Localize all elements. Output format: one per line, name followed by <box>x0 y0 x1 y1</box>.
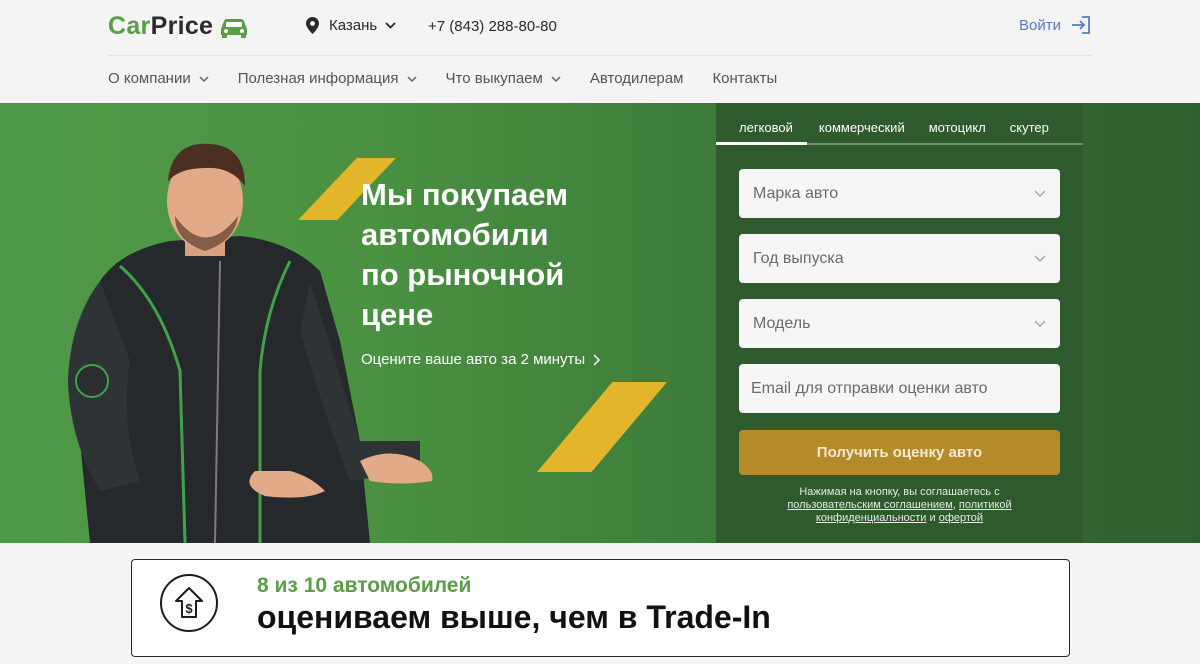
chevron-down-icon <box>1034 190 1046 197</box>
nav-item-useful-info[interactable]: Полезная информация <box>238 70 417 87</box>
tab-passenger[interactable]: легковой <box>716 103 807 145</box>
chevron-down-icon <box>199 75 209 82</box>
hero-title-line: по рыночной <box>361 257 565 292</box>
hero-section: Мы покупаем автомобили по рыночной цене … <box>0 103 1200 543</box>
nav-item-label: Автодилерам <box>589 70 684 87</box>
banner-headline: оцениваем выше, чем в Trade-In <box>257 599 771 635</box>
car-icon <box>221 18 248 38</box>
user-agreement-link[interactable]: пользовательским соглашением <box>787 499 952 511</box>
nav-item-label: Контакты <box>712 70 778 87</box>
nav-item-label: Полезная информация <box>237 70 399 87</box>
email-input[interactable] <box>751 379 1046 398</box>
get-valuation-button[interactable]: Получить оценку авто <box>739 430 1060 475</box>
nav-item-what-we-buy[interactable]: Что выкупаем <box>446 70 561 87</box>
tab-commercial[interactable]: коммерческий <box>807 103 917 143</box>
valuation-form: легковой коммерческий мотоцикл скутер Ма… <box>716 103 1083 543</box>
agreement-and: и <box>929 512 936 524</box>
login-button[interactable]: Войти <box>1019 16 1091 34</box>
phone-number[interactable]: +7 (843) 288-80-80 <box>428 18 557 35</box>
logo[interactable]: Car Price <box>108 12 251 41</box>
model-select[interactable]: Модель <box>739 299 1060 348</box>
city-selector[interactable]: Казань <box>306 17 406 34</box>
estimate-link-label: Оцените ваше авто за 2 минуты <box>361 351 586 368</box>
agreement-text: Нажимая на кнопку, вы соглашаетесь с пол… <box>739 486 1060 525</box>
nav-item-dealers[interactable]: Автодилерам <box>590 70 684 87</box>
nav-item-label: Что выкупаем <box>445 70 543 87</box>
header: Car Price Казань +7 (843) 288-80-80 Войт… <box>0 0 1200 55</box>
estimate-link[interactable]: Оцените ваше авто за 2 минуты <box>361 351 601 368</box>
vehicle-type-tabs: легковой коммерческий мотоцикл скутер <box>716 103 1083 145</box>
svg-text:$: $ <box>185 601 193 616</box>
advantage-banner: $ 8 из 10 автомобилей оцениваем выше, че… <box>131 559 1070 657</box>
nav-item-about[interactable]: О компании <box>108 70 209 87</box>
house-dollar-icon: $ <box>160 574 218 632</box>
location-pin-icon <box>306 17 319 34</box>
chevron-down-icon <box>407 75 417 82</box>
chevron-down-icon <box>551 75 561 82</box>
hero-title-line: Мы покупаем <box>361 177 569 212</box>
chevron-down-icon <box>385 22 396 29</box>
logo-text-car: Car <box>108 12 151 40</box>
chevron-down-icon <box>1034 255 1046 262</box>
tab-motorcycle[interactable]: мотоцикл <box>917 103 998 143</box>
model-select-placeholder: Модель <box>753 314 811 332</box>
city-label: Казань <box>329 17 378 34</box>
agreement-prefix: Нажимая на кнопку, вы соглашаетесь с <box>799 486 1000 498</box>
brand-select[interactable]: Марка авто <box>739 169 1060 218</box>
logo-text-price: Price <box>150 12 214 40</box>
chevron-down-icon <box>1034 320 1046 327</box>
hero-title-line: автомобили <box>361 217 549 252</box>
main-nav: О компании Полезная информация Что выкуп… <box>108 70 806 87</box>
offer-link[interactable]: офертой <box>939 512 983 524</box>
nav-item-label: О компании <box>108 70 191 87</box>
nav-item-contacts[interactable]: Контакты <box>712 70 777 87</box>
email-field[interactable] <box>739 364 1060 413</box>
header-divider <box>108 55 1092 56</box>
decor-stripe <box>537 382 667 472</box>
hero-title: Мы покупаем автомобили по рыночной цене <box>361 175 661 335</box>
login-icon <box>1071 16 1090 34</box>
tab-scooter[interactable]: скутер <box>998 103 1061 143</box>
brand-select-placeholder: Марка авто <box>753 184 839 202</box>
year-select[interactable]: Год выпуска <box>739 234 1060 283</box>
banner-highlight: 8 из 10 автомобилей <box>257 574 472 597</box>
year-select-placeholder: Год выпуска <box>753 249 844 267</box>
agreement-comma: , <box>952 499 956 511</box>
hero-title-line: цене <box>361 297 434 332</box>
login-label: Войти <box>1019 16 1061 34</box>
chevron-right-icon <box>593 353 601 366</box>
